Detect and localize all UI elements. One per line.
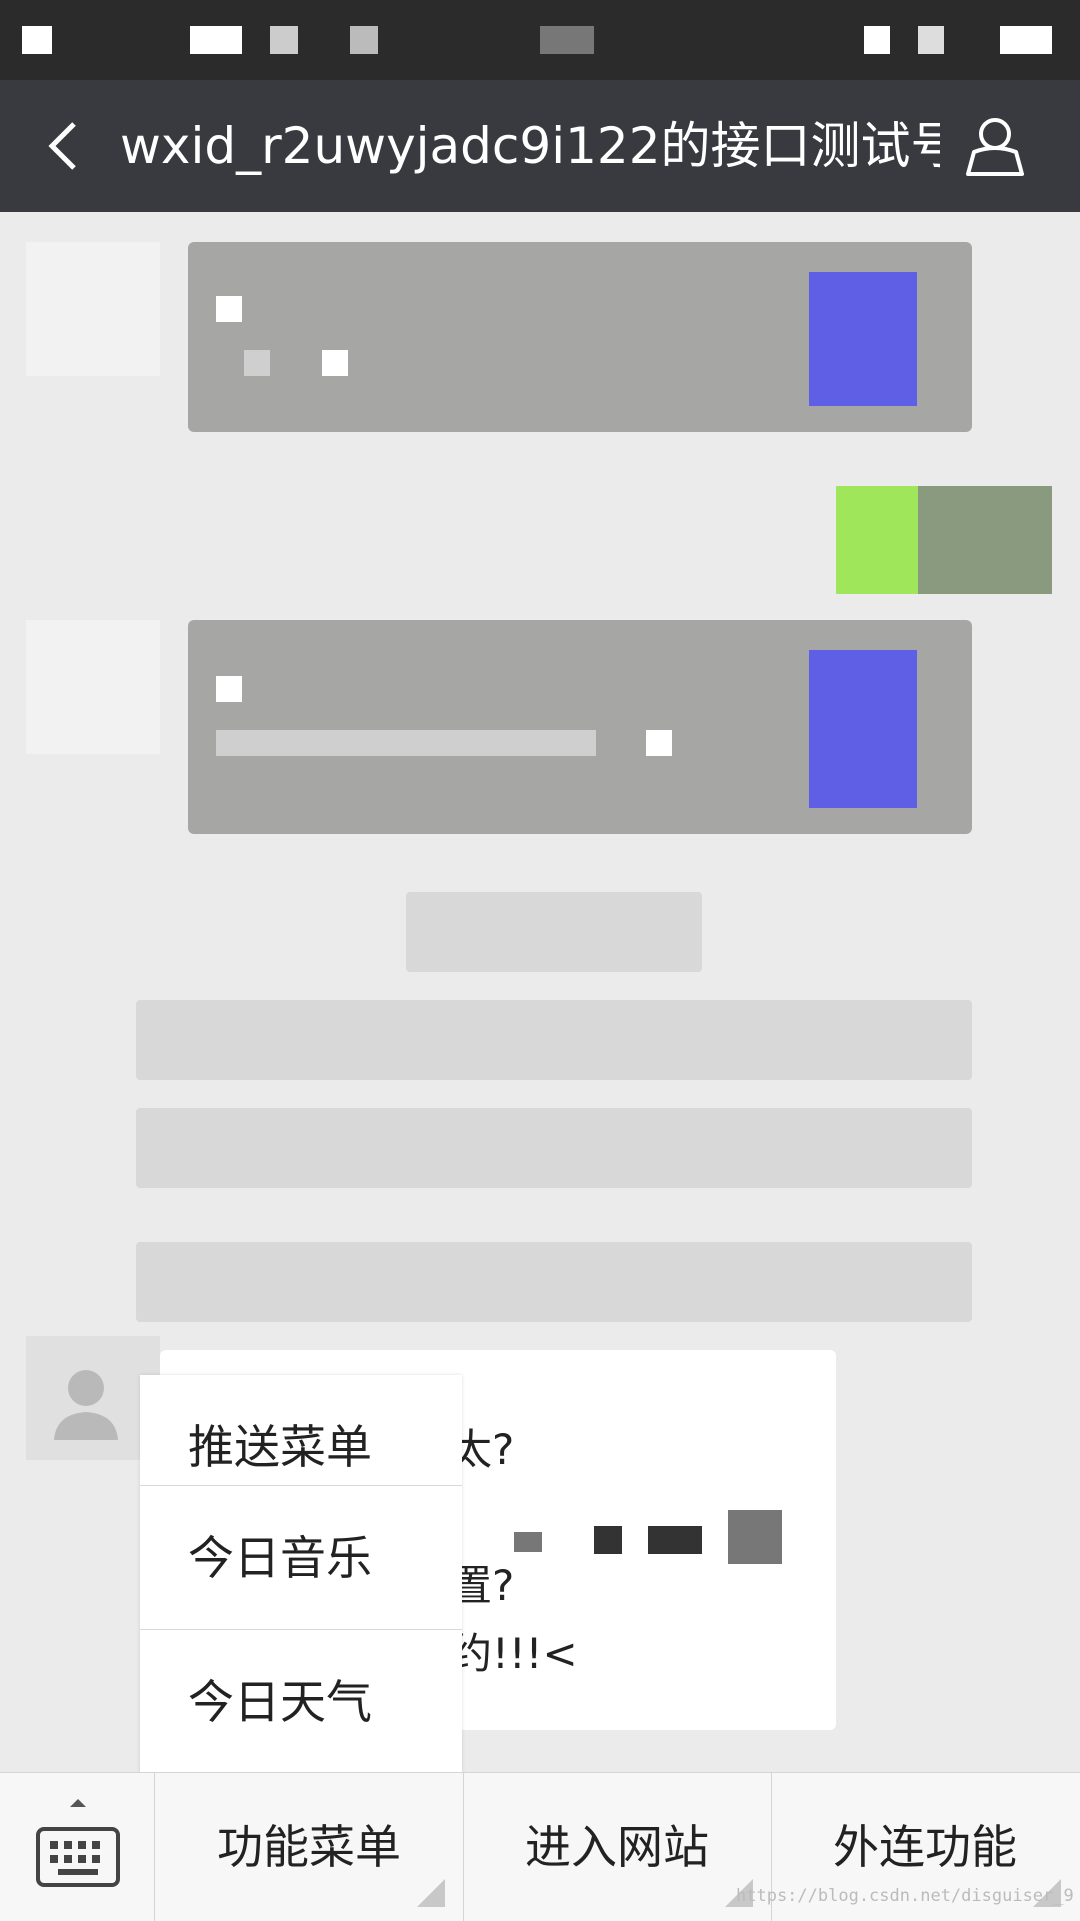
sender-avatar[interactable] bbox=[26, 620, 160, 754]
obscured-text bbox=[728, 1510, 782, 1564]
status-indicator bbox=[190, 26, 242, 54]
obscured-text bbox=[216, 676, 242, 702]
status-indicator bbox=[864, 26, 890, 54]
status-indicator bbox=[350, 26, 378, 54]
menu-function-label: 功能菜单 bbox=[217, 1820, 401, 1874]
obscured-text bbox=[244, 350, 270, 376]
system-message bbox=[406, 892, 702, 972]
status-indicator bbox=[918, 26, 944, 54]
status-bar bbox=[0, 0, 1080, 80]
person-outline-icon[interactable] bbox=[962, 114, 1028, 180]
chat-title: wxid_r2uwyjadc9i122的接口测试号 bbox=[120, 117, 940, 175]
menu-website-label: 进入网站 bbox=[525, 1820, 709, 1874]
chevron-left-icon[interactable] bbox=[36, 114, 100, 178]
obscured-text bbox=[322, 350, 348, 376]
sent-message-bubble[interactable] bbox=[836, 486, 918, 594]
status-indicator bbox=[270, 26, 298, 54]
menu-external-label: 外连功能 bbox=[833, 1820, 1017, 1874]
message-bubble[interactable] bbox=[188, 620, 972, 834]
system-message bbox=[136, 1108, 972, 1188]
message-bubble[interactable] bbox=[188, 242, 972, 432]
obscured-text bbox=[646, 730, 672, 756]
sender-avatar[interactable] bbox=[26, 242, 160, 376]
obscured-text bbox=[648, 1526, 702, 1554]
obscured-text bbox=[216, 730, 596, 756]
status-indicator bbox=[1000, 26, 1052, 54]
submenu-popup: 推送菜单 今日音乐 今日天气 bbox=[140, 1375, 462, 1773]
obscured-text bbox=[216, 296, 242, 322]
system-message bbox=[136, 1000, 972, 1080]
article-thumbnail bbox=[809, 650, 917, 808]
title-bar: wxid_r2uwyjadc9i122的接口测试号 bbox=[0, 80, 1080, 212]
obscured-text bbox=[594, 1526, 622, 1554]
message-text: 约!!!< bbox=[450, 1629, 578, 1678]
my-avatar[interactable] bbox=[918, 486, 1052, 594]
menu-function[interactable]: 功能菜单 bbox=[155, 1773, 464, 1921]
submenu-indicator-icon bbox=[417, 1879, 445, 1907]
menu-item-weather[interactable]: 今日天气 bbox=[140, 1629, 462, 1773]
menu-website[interactable]: 进入网站 bbox=[463, 1773, 772, 1921]
system-message bbox=[136, 1242, 972, 1322]
watermark: https://blog.csdn.net/disguiser_9 bbox=[736, 1886, 1074, 1906]
article-thumbnail bbox=[809, 272, 917, 406]
keyboard-icon bbox=[36, 1799, 120, 1887]
keyboard-toggle-button[interactable] bbox=[0, 1773, 155, 1921]
status-indicator bbox=[22, 26, 52, 54]
status-indicator bbox=[540, 26, 594, 54]
menu-item-music[interactable]: 今日音乐 bbox=[140, 1485, 462, 1629]
obscured-text bbox=[514, 1532, 542, 1552]
